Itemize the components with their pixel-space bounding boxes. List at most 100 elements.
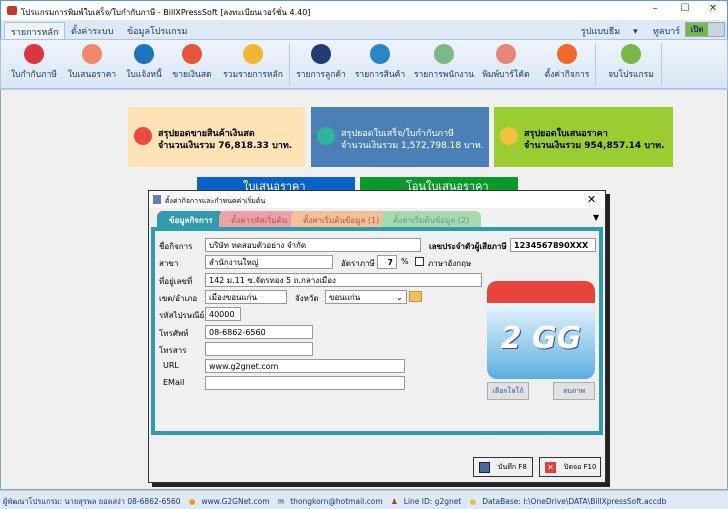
toolbar-button-8[interactable]: พิมพ์บาร์โค้ด [478, 42, 534, 86]
company-form: ชื่อกิจการ บริษัท ทดสอบตัวอย่าง จำกัด เล… [155, 231, 599, 431]
floppy-icon [479, 462, 490, 473]
toolbar-button-10[interactable]: จบโปรแกรม [601, 42, 661, 86]
database-icon: ● [469, 497, 477, 506]
tab-overflow-icon[interactable]: ▼ [593, 213, 599, 222]
toolbar-button-2[interactable]: ใบแจ้งหนี้ [121, 42, 167, 86]
dialog-title-bar: ตั้งค่ากิจการและกำหนดค่าเริ่มต้น ✕ [149, 191, 605, 208]
province-select[interactable]: ขอนแก่น ⌄ [325, 290, 407, 304]
chevron-down-icon: ⌄ [396, 293, 403, 302]
toolbar-label: ใบแจ้งหนี้ [126, 70, 162, 80]
close-icon: ✕ [545, 462, 556, 473]
toolbar-label: พิมพ์บาร์โค้ด [482, 70, 530, 80]
card-amount: จำนวนเงินรวม 76,818.33 บาท. [158, 141, 293, 151]
tab-company-info[interactable]: ข้อมูลกิจการ [157, 211, 225, 227]
title-bar: โปรแกรมการพิมพ์ใบเสร็จ/ใบกำกับภาษี - Bil… [0, 0, 728, 20]
toolbar-button-5[interactable]: รายการลูกค้า [293, 42, 349, 86]
delete-image-button[interactable]: ลบภาพ [553, 382, 595, 400]
close-button[interactable]: ✕ [699, 3, 727, 19]
company-input[interactable]: บริษัท ทดสอบตัวอย่าง จำกัด [205, 238, 421, 252]
ribbon-tabs: รายการหลัก ตั้งค่าระบบ ข้อมูลโปรแกรม รูป… [0, 20, 728, 39]
district-label: เขต/อำเภอ [159, 294, 198, 303]
tab-main[interactable]: รายการหลัก [4, 22, 66, 39]
close-dialog-button[interactable]: ✕ ปิดจอ F10 [539, 457, 601, 477]
toolbar-icon [370, 44, 390, 64]
toolbar-icon [557, 44, 577, 64]
url-input[interactable]: www.g2gnet.com [205, 359, 405, 373]
choose-logo-button[interactable]: เลือกโลโก้ [487, 382, 529, 400]
chevron-down-icon: ▾ [633, 27, 638, 37]
toolbar-button-1[interactable]: ใบเสนอราคา [65, 42, 119, 86]
toolbar-button-9[interactable]: ตั้งค่ากิจการ [536, 42, 598, 86]
english-checkbox[interactable] [415, 257, 424, 266]
toolbar-separator [661, 43, 662, 85]
toolbar-separator [289, 43, 290, 85]
toolbar-label: ใบเสนอราคา [67, 70, 117, 80]
zip-label: รหัสไปรษณีย์ [159, 311, 205, 320]
toolbar-button-3[interactable]: ขายเงินสด [169, 42, 215, 86]
vat-input[interactable]: 7 [377, 255, 397, 269]
folder-icon[interactable] [409, 291, 422, 302]
vat-unit: % [401, 257, 409, 266]
toolbar-icon [134, 44, 154, 64]
tab-defaults-2[interactable]: ตั้งค่าเริ่มต้นข้อมูล (2) [381, 211, 482, 227]
summary-card-quotations[interactable]: สรุปยอดใบเสนอราคา จำนวนเงินรวม 954,857.1… [494, 107, 673, 167]
phone-label: โทรศัพท์ [159, 329, 189, 338]
dialog-close-button[interactable]: ✕ [587, 193, 596, 206]
theme-label: รูปแบบธีม [581, 27, 621, 37]
save-button[interactable]: บันทึก F8 [473, 457, 533, 477]
dialog-title: ตั้งค่ากิจการและกำหนดค่าเริ่มต้น [165, 197, 266, 205]
taxid-label: เลขประจำตัวผู้เสียภาษี [429, 242, 507, 251]
toolbar-button-7[interactable]: รายการพนักงาน [411, 42, 477, 86]
tab-code-settings[interactable]: ตั้งค่ารหัสเริ่มต้น [219, 211, 300, 227]
toolbar-label: รายการสินค้า [354, 70, 406, 80]
fax-input[interactable] [205, 342, 313, 356]
tab-about[interactable]: ข้อมูลโปรแกรม [121, 22, 193, 39]
toolbar-label: ขายเงินสด [172, 70, 212, 80]
summary-card-cash-sales[interactable]: สรุปยอดขายสินค้าเงินสด จำนวนเงินรวม 76,8… [128, 107, 305, 167]
url-label: URL [163, 361, 179, 370]
province-label: จังหวัด [295, 294, 319, 303]
toolbar-separator [595, 43, 596, 85]
province-value: ขอนแก่น [329, 293, 361, 302]
toolbar-button-0[interactable]: ใบกำกับภาษี [5, 42, 63, 86]
minimize-button[interactable]: – [641, 3, 669, 19]
toolbar-toggle[interactable]: เปิด [685, 22, 725, 37]
company-settings-dialog: ตั้งค่ากิจการและกำหนดค่าเริ่มต้น ✕ ข้อมู… [148, 190, 606, 483]
toolbar-button-4[interactable]: รวมรายการหลัก [217, 42, 289, 86]
toolbar-label: ใบกำกับภาษี [11, 70, 57, 80]
branch-label: สาขา [159, 259, 179, 268]
toolbar-label: ทูลบาร์ [653, 27, 681, 37]
zip-input[interactable]: 40000 [205, 307, 241, 321]
toolbar-icon [621, 44, 641, 64]
theme-dropdown[interactable]: รูปแบบธีม ▾ [575, 22, 644, 39]
email-label: EMail [163, 378, 185, 387]
toolbar-button-6[interactable]: รายการสินค้า [351, 42, 409, 86]
maximize-button[interactable]: ☐ [671, 3, 699, 19]
email-link[interactable]: thongkorn@hotmail.com [290, 497, 382, 506]
toolbar-icon [182, 44, 202, 64]
logo-text: 2 GG [487, 303, 595, 379]
toggle-on-label: เปิด [686, 23, 708, 36]
toolbar-icon [82, 44, 102, 64]
address-input[interactable]: 142 ม.11 ซ.จัดรทอง 5 ถ.กลางเมือง [205, 273, 482, 287]
receipt-icon [317, 127, 335, 145]
email-input[interactable] [205, 376, 405, 390]
district-input[interactable]: เมืองขอนแก่น [205, 290, 287, 304]
toolbar-label: รวมรายการหลัก [223, 70, 283, 80]
taxid-input[interactable]: 1234567890XXX [510, 238, 596, 252]
phone-input[interactable]: 08-6862-6560 [205, 325, 313, 339]
tab-settings[interactable]: ตั้งค่าระบบ [65, 22, 119, 39]
branch-input[interactable]: สำนักงานใหญ่ [205, 255, 333, 269]
tab-defaults-1[interactable]: ตั้งค่าเริ่มต้นข้อมูล (1) [291, 211, 392, 227]
dialog-icon [153, 195, 161, 204]
fax-label: โทรสาร [159, 346, 187, 355]
vat-label: อัตราภาษี [341, 259, 375, 268]
address-label: ที่อยู่เลขที่ [159, 277, 193, 286]
website-link[interactable]: www.G2GNet.com [201, 497, 269, 506]
mail-icon: ✉ [277, 497, 285, 506]
cash-icon [134, 127, 152, 145]
app-icon [7, 6, 17, 15]
summary-card-receipts[interactable]: สรุปยอดใบเสร็จ/ใบกำกับภาษี จำนวนเงินรวม … [311, 107, 489, 167]
quotation-icon [500, 127, 518, 145]
toolbar: ใบกำกับภาษี ใบเสนอราคา ใบแจ้งหนี้ ขายเงินสด… [0, 39, 728, 89]
